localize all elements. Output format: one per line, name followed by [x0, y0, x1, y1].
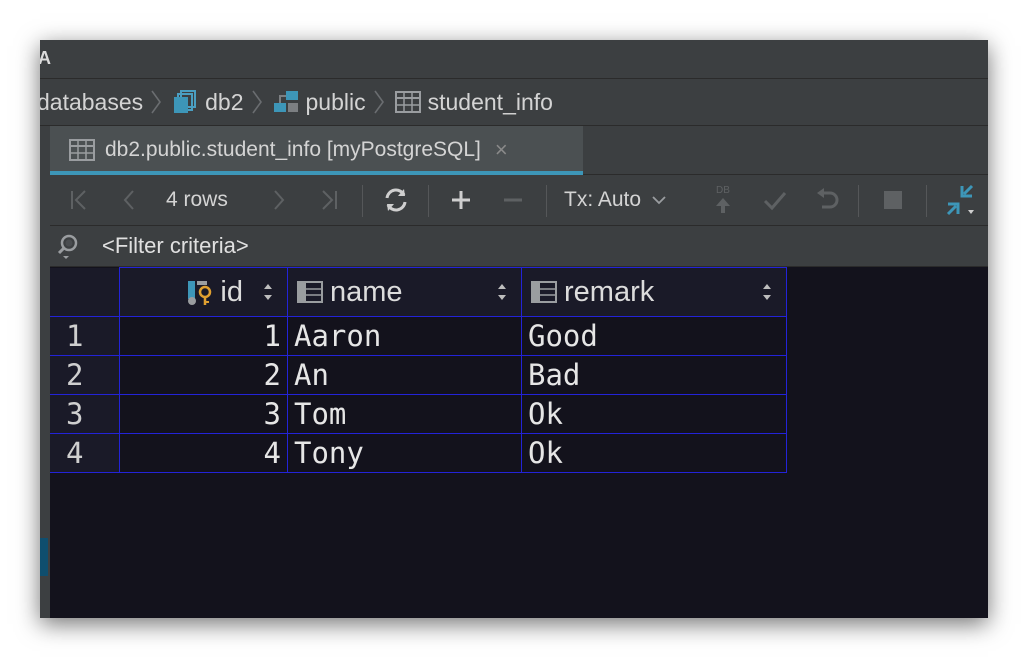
toolbar-separator: [926, 185, 927, 217]
breadcrumb-label: databases: [40, 88, 144, 115]
breadcrumb-item-student-info[interactable]: student_info: [394, 88, 553, 116]
row-number[interactable]: 1: [50, 316, 120, 356]
row-number[interactable]: 3: [50, 394, 120, 434]
transaction-mode-dropdown[interactable]: Tx: Auto: [564, 175, 667, 225]
side-panel-edge: [40, 538, 48, 576]
column-header-remark[interactable]: remark: [521, 267, 787, 317]
previous-page-icon[interactable]: [112, 175, 146, 225]
last-page-icon[interactable]: [312, 175, 346, 225]
db-commit-icon[interactable]: DB: [706, 175, 740, 225]
table-row[interactable]: 3 3 Tom Ok: [50, 394, 787, 434]
stop-icon[interactable]: [876, 175, 910, 225]
refresh-icon[interactable]: [378, 175, 414, 225]
title-fragment-icon: A: [40, 48, 51, 68]
breadcrumb-item-db2[interactable]: db2: [171, 88, 244, 116]
primary-key-column-icon: [188, 281, 212, 305]
sort-icon[interactable]: [261, 280, 275, 304]
column-header-id[interactable]: id: [119, 267, 288, 317]
database-console-window: A databases db2 public student_info db2.…: [40, 40, 988, 618]
breadcrumb-separator-icon: [151, 90, 162, 114]
breadcrumb-label: student_info: [427, 88, 553, 115]
sort-icon[interactable]: [760, 280, 774, 304]
db-badge: DB: [716, 185, 730, 196]
column-header-label: name: [330, 275, 403, 308]
tab-title: db2.public.student_info [myPostgreSQL]: [105, 138, 481, 161]
add-row-icon[interactable]: [444, 175, 478, 225]
filter-bar: <Filter criteria>: [50, 226, 988, 267]
breadcrumb-label: db2: [205, 88, 244, 115]
table-row[interactable]: 1 1 Aaron Good: [50, 316, 787, 356]
toolbar-separator: [428, 185, 429, 217]
cell-name[interactable]: Aaron: [287, 316, 522, 356]
result-toolbar: 4 rows Tx: Auto DB: [50, 175, 988, 226]
commit-check-icon[interactable]: [758, 175, 792, 225]
database-icon: [174, 90, 197, 113]
toolbar-separator: [546, 185, 547, 217]
delete-row-icon[interactable]: [496, 175, 530, 225]
cell-remark[interactable]: Good: [521, 316, 787, 356]
cell-id[interactable]: 2: [119, 355, 288, 395]
breadcrumb-separator-icon: [373, 90, 384, 114]
filter-search-icon[interactable]: [56, 232, 84, 260]
row-number-header: [50, 267, 120, 317]
first-page-icon[interactable]: [62, 175, 96, 225]
cell-remark[interactable]: Ok: [521, 394, 787, 434]
cell-remark[interactable]: Ok: [521, 433, 787, 473]
column-icon: [297, 281, 323, 303]
breadcrumb-label: public: [305, 88, 366, 115]
toolbar-separator: [362, 185, 363, 217]
chevron-down-icon: [652, 196, 666, 205]
cell-name[interactable]: Tom: [287, 394, 522, 434]
row-number[interactable]: 2: [50, 355, 120, 395]
results-table: id name remark 1 1 Aaron Good 2 2 An Bad…: [50, 267, 787, 473]
data-grid: id name remark 1 1 Aaron Good 2 2 An Bad…: [50, 267, 988, 618]
table-row[interactable]: 4 4 Tony Ok: [50, 433, 787, 473]
sort-icon[interactable]: [495, 280, 509, 304]
cell-id[interactable]: 3: [119, 394, 288, 434]
column-icon: [531, 281, 557, 303]
row-number[interactable]: 4: [50, 433, 120, 473]
breadcrumb: databases db2 public student_info: [40, 79, 988, 126]
next-page-icon[interactable]: [262, 175, 296, 225]
table-icon: [394, 91, 421, 113]
transaction-mode-label: Tx: Auto: [564, 188, 642, 211]
cell-remark[interactable]: Bad: [521, 355, 787, 395]
row-count-label[interactable]: 4 rows: [166, 175, 228, 225]
column-header-label: id: [220, 275, 243, 308]
editor-tab-bar: db2.public.student_info [myPostgreSQL] ×: [50, 126, 988, 175]
column-header-label: remark: [564, 275, 655, 308]
table-row[interactable]: 2 2 An Bad: [50, 355, 787, 395]
breadcrumb-separator-icon: [251, 90, 262, 114]
close-icon[interactable]: ×: [495, 137, 508, 163]
title-strip: A: [40, 40, 988, 79]
cell-id[interactable]: 4: [119, 433, 288, 473]
cell-id[interactable]: 1: [119, 316, 288, 356]
cell-name[interactable]: An: [287, 355, 522, 395]
column-header-name[interactable]: name: [287, 267, 522, 317]
filter-criteria-input[interactable]: <Filter criteria>: [102, 233, 249, 259]
schema-icon: [273, 91, 298, 112]
compare-icon[interactable]: [942, 175, 978, 225]
table-header-row: id name remark: [50, 267, 787, 317]
breadcrumb-item-databases[interactable]: databases: [40, 89, 143, 116]
breadcrumb-item-public[interactable]: public: [272, 88, 366, 116]
table-icon: [69, 139, 95, 161]
cell-name[interactable]: Tony: [287, 433, 522, 473]
tab-student-info[interactable]: db2.public.student_info [myPostgreSQL] ×: [50, 126, 583, 175]
toolbar-separator: [858, 185, 859, 217]
rollback-icon[interactable]: [810, 175, 844, 225]
